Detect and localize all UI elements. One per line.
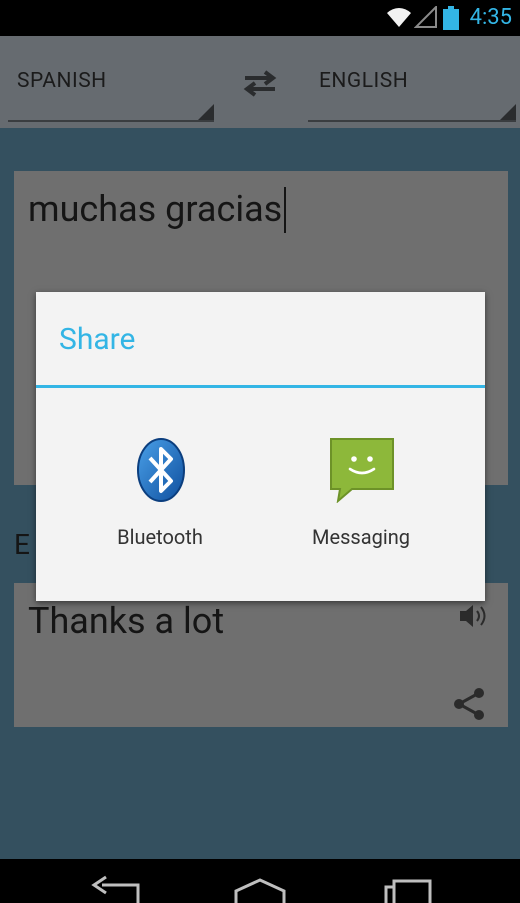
share-dialog: Share Bluetooth Messaging [36,292,485,601]
target-language-label: ENGLISH [319,69,409,93]
status-time: 4:35 [469,5,512,30]
recent-apps-icon[interactable] [380,879,436,903]
output-text: Thanks a lot [28,600,225,642]
wifi-icon [387,8,411,27]
bluetooth-icon [137,438,185,502]
speaker-icon[interactable] [458,602,490,630]
signal-icon [414,6,437,28]
messaging-icon [330,438,394,503]
share-option-bluetooth[interactable]: Bluetooth [60,437,260,587]
source-language-spinner[interactable]: SPANISH [8,36,218,124]
target-spinner-underline [308,120,516,122]
home-icon[interactable] [232,877,288,903]
output-language-label: E [14,528,30,561]
back-icon[interactable] [88,875,144,903]
dialog-divider [36,385,485,388]
share-option-messaging[interactable]: Messaging [261,437,461,587]
dropdown-triangle-icon [500,104,516,120]
source-language-label: SPANISH [17,69,107,93]
navigation-bar [0,859,520,903]
dropdown-triangle-icon [198,104,214,120]
target-language-spinner[interactable]: ENGLISH [308,36,518,124]
source-spinner-underline [8,120,214,122]
status-bar: 4:35 [0,0,520,36]
language-bar: SPANISH ENGLISH [0,36,520,128]
text-cursor [284,187,286,233]
share-icon[interactable] [452,686,488,722]
share-option-label: Bluetooth [117,525,203,549]
dialog-title: Share [59,322,136,357]
swap-languages-icon[interactable] [241,69,279,97]
battery-icon [443,6,459,30]
share-option-label: Messaging [312,525,410,549]
input-text-field[interactable]: muchas gracias [28,188,282,230]
